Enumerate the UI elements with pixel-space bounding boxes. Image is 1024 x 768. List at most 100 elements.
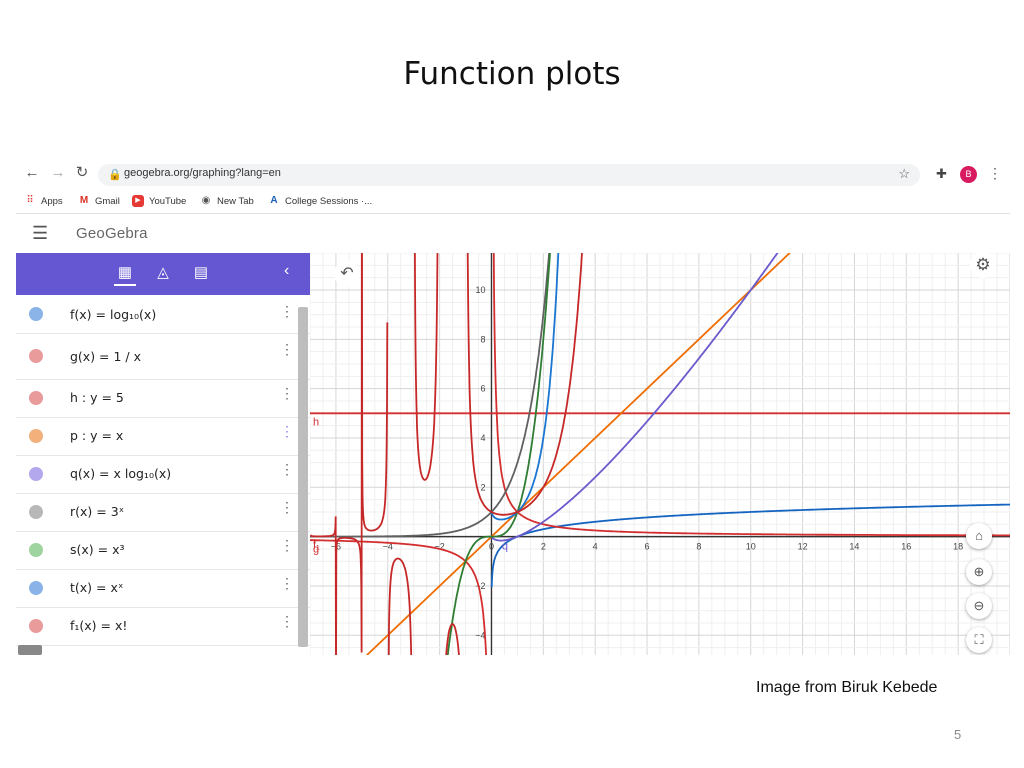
algebra-expression[interactable]: r(x) = 3ˣ <box>70 504 124 519</box>
x-tick-label: 2 <box>541 542 546 552</box>
x-tick-label: 8 <box>696 542 701 552</box>
reload-icon[interactable]: ↻ <box>72 163 92 183</box>
visibility-toggle[interactable] <box>29 307 43 321</box>
slide-title: Function plots <box>403 56 621 92</box>
bookmark-college-sessions[interactable]: A College Sessions ·... <box>268 195 372 207</box>
app-logo: GeoGebra <box>76 225 148 242</box>
algebra-expression[interactable]: t(x) = xˣ <box>70 580 123 595</box>
bookmark-label: Apps <box>41 195 63 207</box>
bookmarks-bar: ⠿ Apps M Gmail ▶ YouTube ◉ New Tab A Col… <box>16 191 1010 214</box>
bookmark-new-tab[interactable]: ◉ New Tab <box>200 195 254 207</box>
y-tick-label: 10 <box>475 285 485 295</box>
visibility-toggle[interactable] <box>29 391 43 405</box>
back-icon[interactable]: ← <box>22 163 42 183</box>
x-tick-label: 12 <box>798 542 808 552</box>
app-header: ☰ GeoGebra <box>16 215 1010 253</box>
algebra-row-f[interactable]: f(x) = log₁₀(x) ⋮ <box>16 295 310 334</box>
fullscreen-icon[interactable]: ⛶ <box>966 627 992 653</box>
more-options-icon[interactable]: ⋮ <box>280 341 294 358</box>
image-credit: Image from Biruk Kebede <box>756 679 938 696</box>
bookmark-label: YouTube <box>149 195 187 207</box>
extensions-icon[interactable]: ✚ <box>936 166 947 182</box>
series-f1-curve <box>309 155 589 655</box>
more-options-icon[interactable]: ⋮ <box>280 385 294 402</box>
algebra-row-s[interactable]: s(x) = x³ ⋮ <box>16 531 310 570</box>
algebra-panel-header: ▦ ◬ ▤ ‹ <box>16 253 310 295</box>
tools-icon[interactable]: ◬ <box>152 262 174 284</box>
address-bar[interactable]: 🔒 geogebra.org/graphing?lang=en ☆ <box>98 164 920 186</box>
algebra-scrollbar[interactable] <box>298 307 308 647</box>
bookmark-apps[interactable]: ⠿ Apps <box>24 195 63 207</box>
x-tick-label: 6 <box>645 542 650 552</box>
more-options-icon[interactable]: ⋮ <box>280 537 294 554</box>
apps-grid-icon: ⠿ <box>26 195 34 206</box>
function-plot[interactable]: −6 −4 −2 0 2 4 6 8 10 12 14 16 18−4−2246810hf₁g q <box>309 155 1010 655</box>
y-tick-label: 4 <box>480 433 485 443</box>
zoom-in-icon[interactable]: ⊕ <box>966 559 992 585</box>
keyboard-icon[interactable] <box>18 645 42 655</box>
more-options-icon[interactable]: ⋮ <box>280 461 294 478</box>
browser-menu-icon[interactable]: ⋮ <box>988 165 1002 182</box>
label-g: g <box>313 544 319 556</box>
calculator-icon[interactable]: ▦ <box>114 262 136 286</box>
visibility-toggle[interactable] <box>29 619 43 633</box>
more-options-icon[interactable]: ⋮ <box>280 303 294 320</box>
y-tick-label: 8 <box>480 334 485 344</box>
bookmark-label: New Tab <box>217 195 254 207</box>
collapse-panel-icon[interactable]: ‹ <box>284 262 289 280</box>
series-p-curve <box>365 155 894 655</box>
bookmark-star-icon[interactable]: ☆ <box>898 166 910 182</box>
algebra-row-p[interactable]: p : y = x ⋮ <box>16 417 310 456</box>
algebra-expression[interactable]: q(x) = x log₁₀(x) <box>70 466 171 481</box>
algebra-expression[interactable]: f(x) = log₁₀(x) <box>70 307 156 322</box>
youtube-icon: ▶ <box>132 195 144 207</box>
algebra-row-r[interactable]: r(x) = 3ˣ ⋮ <box>16 493 310 532</box>
algebra-row-f1[interactable]: f₁(x) = x! ⋮ <box>16 607 310 646</box>
more-options-icon[interactable]: ⋮ <box>280 613 294 630</box>
algebra-expression[interactable]: p : y = x <box>70 428 123 443</box>
visibility-toggle[interactable] <box>29 543 43 557</box>
bookmark-label: College Sessions ·... <box>285 195 373 207</box>
visibility-toggle[interactable] <box>29 429 43 443</box>
browser-screenshot: ← → ↻ 🔒 geogebra.org/graphing?lang=en ☆ … <box>16 155 1010 655</box>
visibility-toggle[interactable] <box>29 505 43 519</box>
y-tick-label: 2 <box>480 482 485 492</box>
x-tick-label: 18 <box>953 542 963 552</box>
x-tick-label: 4 <box>593 542 598 552</box>
more-options-icon[interactable]: ⋮ <box>280 423 294 440</box>
table-icon[interactable]: ▤ <box>190 262 212 284</box>
undo-icon[interactable]: ↶ <box>334 261 360 287</box>
more-options-icon[interactable]: ⋮ <box>280 499 294 516</box>
browser-toolbar: ← → ↻ 🔒 geogebra.org/graphing?lang=en ☆ … <box>16 155 1010 191</box>
algebra-expression[interactable]: g(x) = 1 / x <box>70 349 141 364</box>
gmail-icon: M <box>79 195 89 206</box>
settings-gear-icon[interactable]: ⚙ <box>970 252 996 278</box>
more-options-icon[interactable]: ⋮ <box>280 575 294 592</box>
home-icon[interactable]: ⌂ <box>966 523 992 549</box>
algebra-row-t[interactable]: t(x) = xˣ ⋮ <box>16 569 310 608</box>
graphics-view[interactable]: −6 −4 −2 0 2 4 6 8 10 12 14 16 18 −4 −2 2 4 6 8 10 h f₁ g q ⚙ ↶… <box>309 155 1010 655</box>
algebra-expression[interactable]: f₁(x) = x! <box>70 618 127 633</box>
visibility-toggle[interactable] <box>29 349 43 363</box>
visibility-toggle[interactable] <box>29 467 43 481</box>
forward-icon[interactable]: → <box>48 163 68 183</box>
algebra-view: f(x) = log₁₀(x) ⋮ g(x) = 1 / x ⋮ h : y =… <box>16 295 310 655</box>
profile-avatar[interactable]: B <box>960 166 977 183</box>
label-h: h <box>313 416 319 428</box>
algebra-row-g[interactable]: g(x) = 1 / x ⋮ <box>16 333 310 380</box>
visibility-toggle[interactable] <box>29 581 43 595</box>
algebra-row-q[interactable]: q(x) = x log₁₀(x) ⋮ <box>16 455 310 494</box>
bookmark-youtube[interactable]: ▶ YouTube <box>132 195 186 207</box>
algebra-row-h[interactable]: h : y = 5 ⋮ <box>16 379 310 418</box>
algebra-expression[interactable]: s(x) = x³ <box>70 542 125 557</box>
x-tick-label: 10 <box>746 542 756 552</box>
zoom-out-icon[interactable]: ⊖ <box>966 593 992 619</box>
series-q-curve <box>490 155 847 542</box>
globe-icon: ◉ <box>201 195 211 206</box>
url-text: geogebra.org/graphing?lang=en <box>124 167 281 179</box>
label-q: q <box>502 541 508 553</box>
bookmark-label: Gmail <box>95 195 120 207</box>
bookmark-gmail[interactable]: M Gmail <box>78 195 120 207</box>
hamburger-menu-icon[interactable]: ☰ <box>32 223 48 244</box>
algebra-expression[interactable]: h : y = 5 <box>70 390 124 405</box>
